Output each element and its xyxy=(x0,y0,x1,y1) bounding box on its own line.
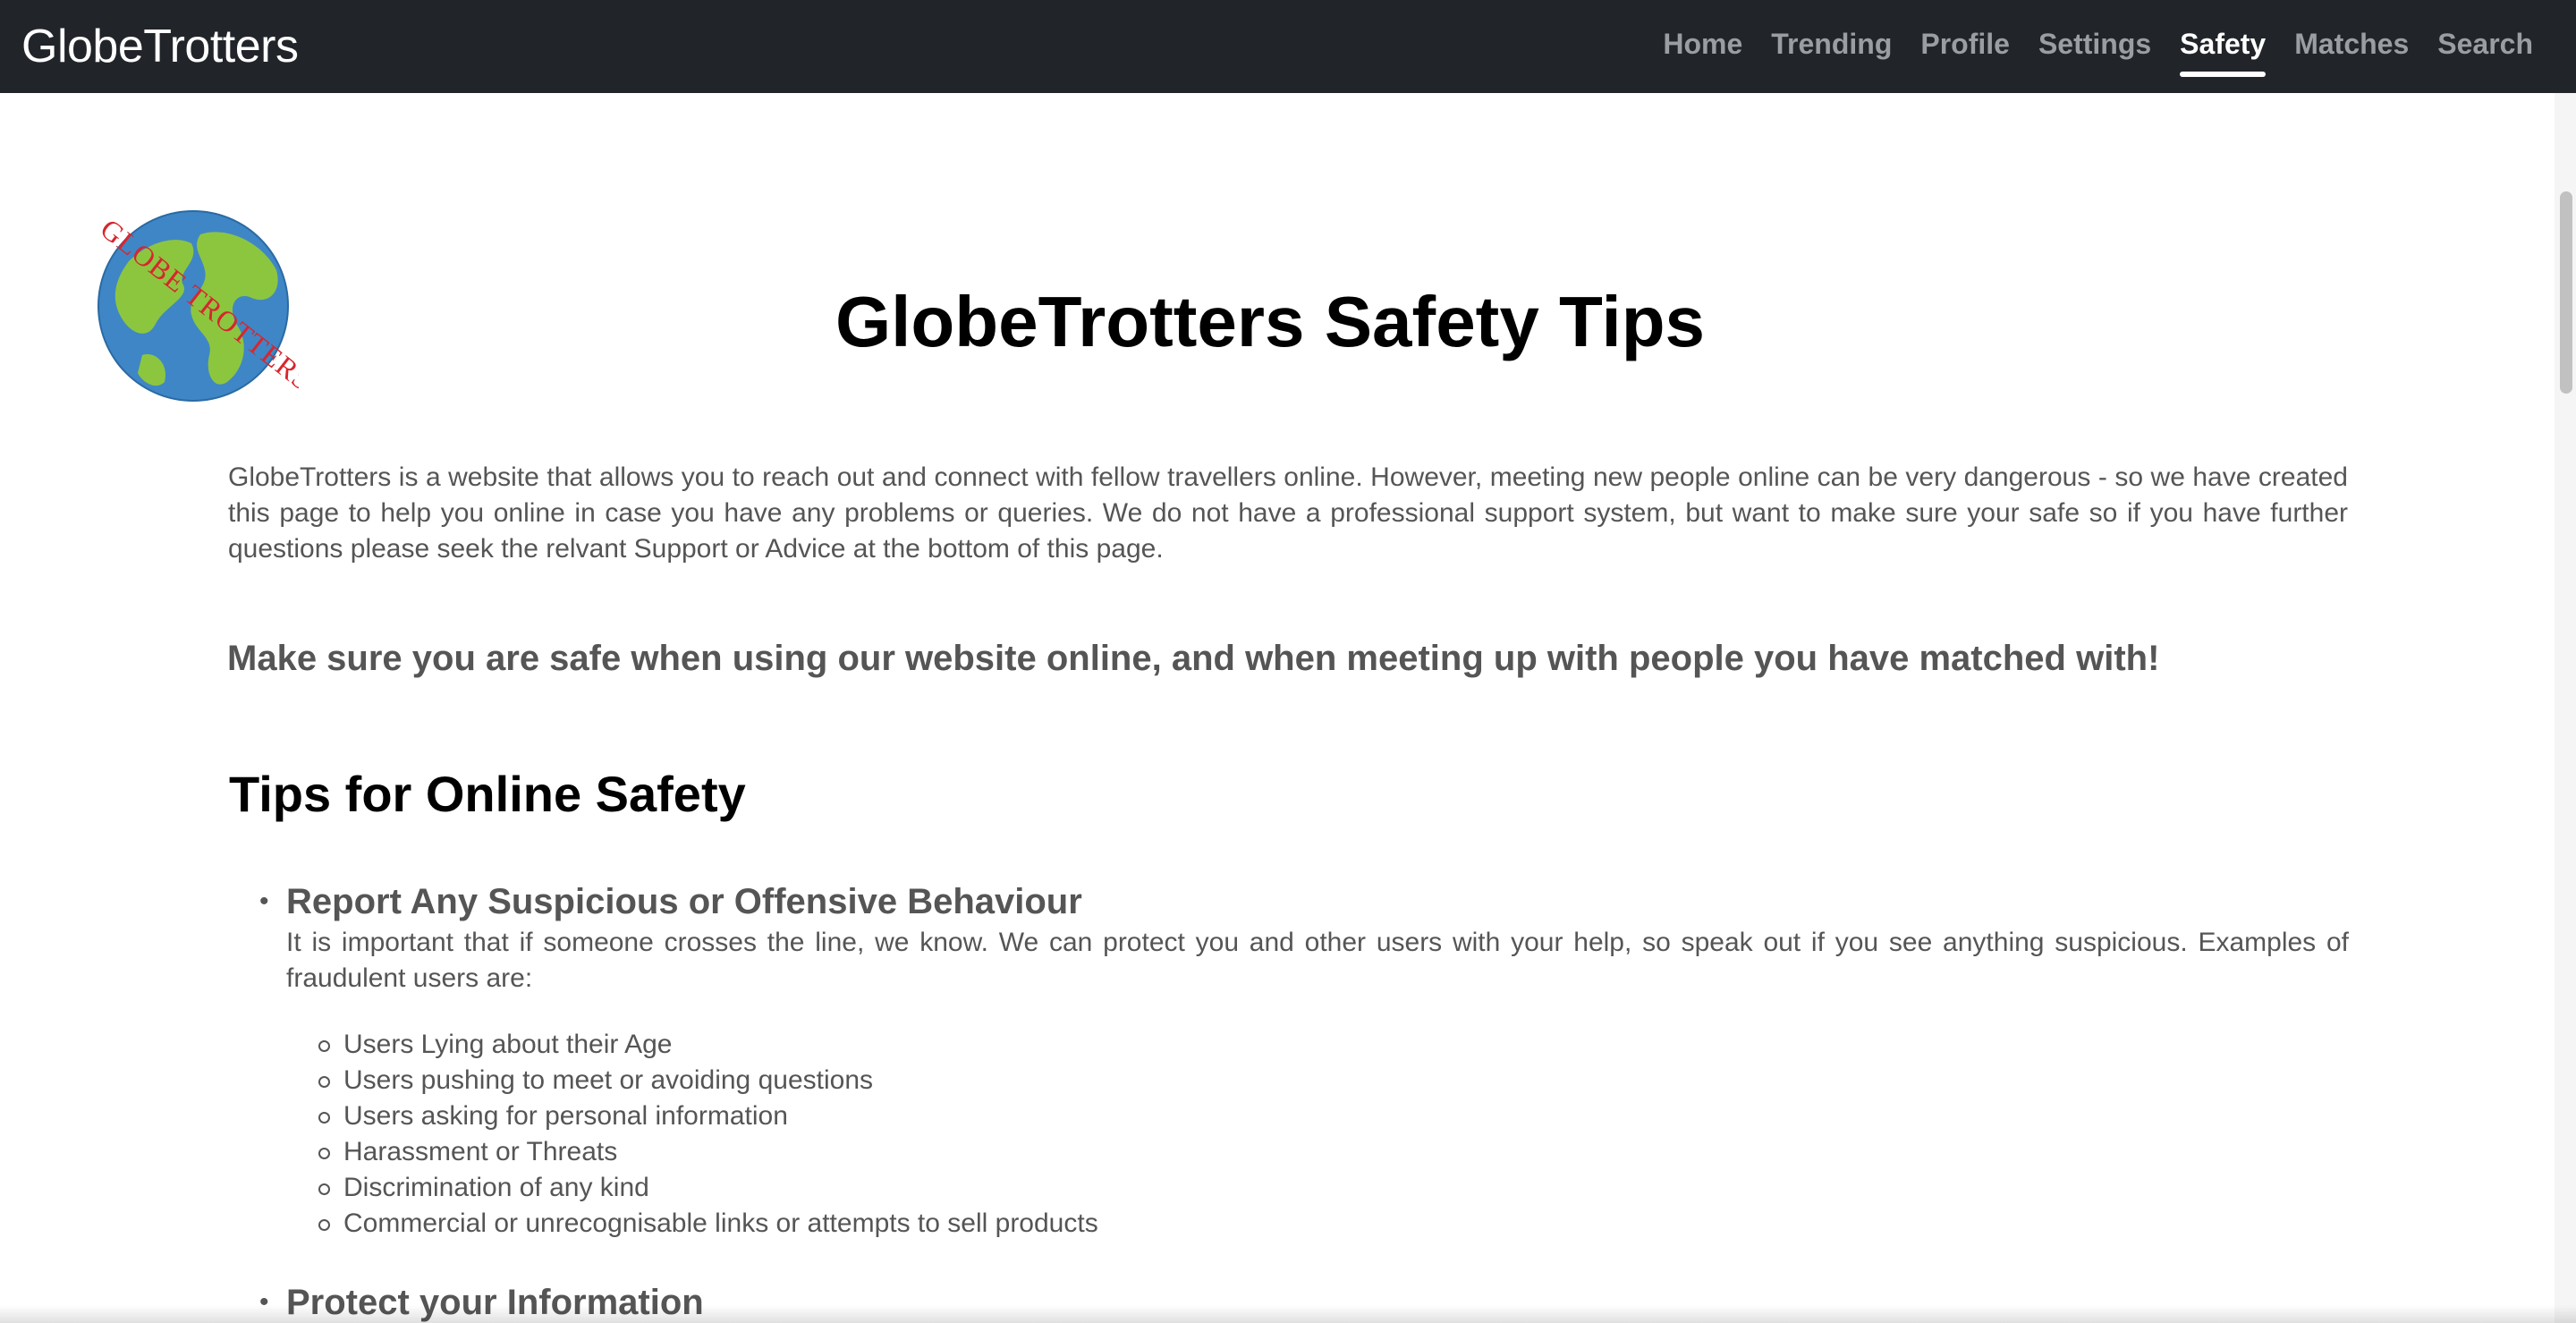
tip-body: It is important that if someone crosses … xyxy=(286,928,2349,993)
page-scrollbar[interactable] xyxy=(2555,93,2576,1323)
nav-link-home[interactable]: Home xyxy=(1648,23,1757,64)
nav-link-matches[interactable]: Matches xyxy=(2280,23,2423,64)
scrollbar-thumb[interactable] xyxy=(2560,191,2572,394)
page-title: GlobeTrotters Safety Tips xyxy=(835,282,1706,361)
nav-links: Home Trending Profile Settings Safety Ma… xyxy=(1648,23,2547,77)
tip-title: Report Any Suspicious or Offensive Behav… xyxy=(286,882,1082,921)
list-item: Commercial or unrecognisable links or at… xyxy=(286,1206,1098,1242)
list-item: Users pushing to meet or avoiding questi… xyxy=(286,1063,1098,1098)
list-item: Discrimination of any kind xyxy=(286,1170,1098,1206)
list-item: Harassment or Threats xyxy=(286,1134,1098,1170)
window-bottom-edge xyxy=(0,1305,2576,1323)
safety-reminder-heading: Make sure you are safe when using our we… xyxy=(227,639,2160,678)
brand-logo-text[interactable]: GlobeTrotters xyxy=(21,16,299,77)
bullet-icon: • xyxy=(259,886,269,916)
top-navbar: GlobeTrotters Home Trending Profile Sett… xyxy=(0,0,2576,93)
list-item: Users asking for personal information xyxy=(286,1098,1098,1134)
nav-link-settings[interactable]: Settings xyxy=(2024,23,2165,64)
section-title-online-safety: Tips for Online Safety xyxy=(229,766,746,822)
nav-link-profile[interactable]: Profile xyxy=(1906,23,2024,64)
tip-report-behaviour: • Report Any Suspicious or Offensive Beh… xyxy=(229,882,2349,1258)
nav-link-search[interactable]: Search xyxy=(2423,23,2547,64)
list-item: Users Lying about their Age xyxy=(286,1027,1098,1063)
fraud-examples-list: Users Lying about their Age Users pushin… xyxy=(286,1027,1098,1242)
nav-link-safety[interactable]: Safety xyxy=(2165,23,2280,77)
intro-paragraph: GlobeTrotters is a website that allows y… xyxy=(228,462,2348,564)
nav-link-trending[interactable]: Trending xyxy=(1757,23,1906,64)
